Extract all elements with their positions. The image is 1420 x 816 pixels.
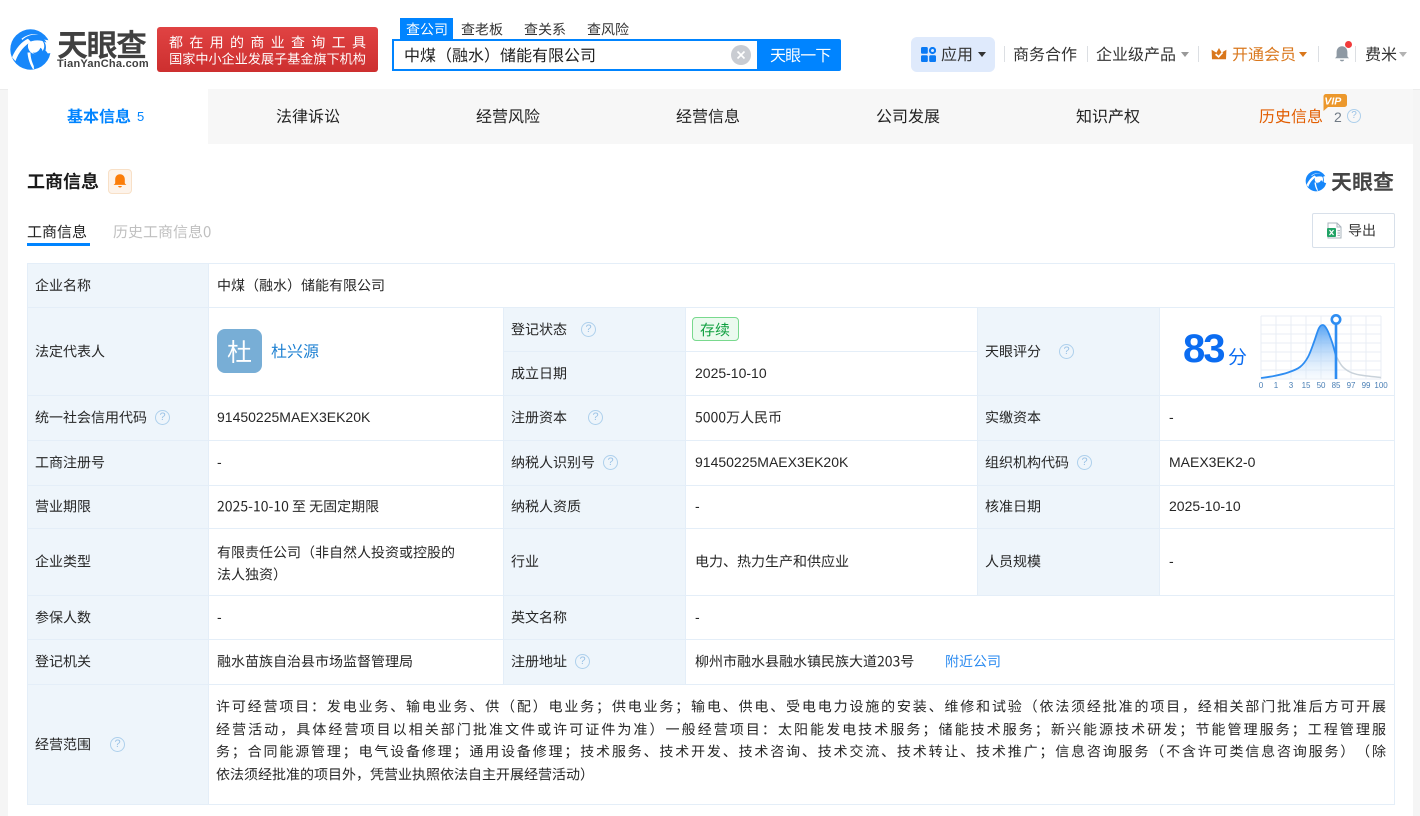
svg-text:VIP: VIP xyxy=(1324,96,1342,108)
